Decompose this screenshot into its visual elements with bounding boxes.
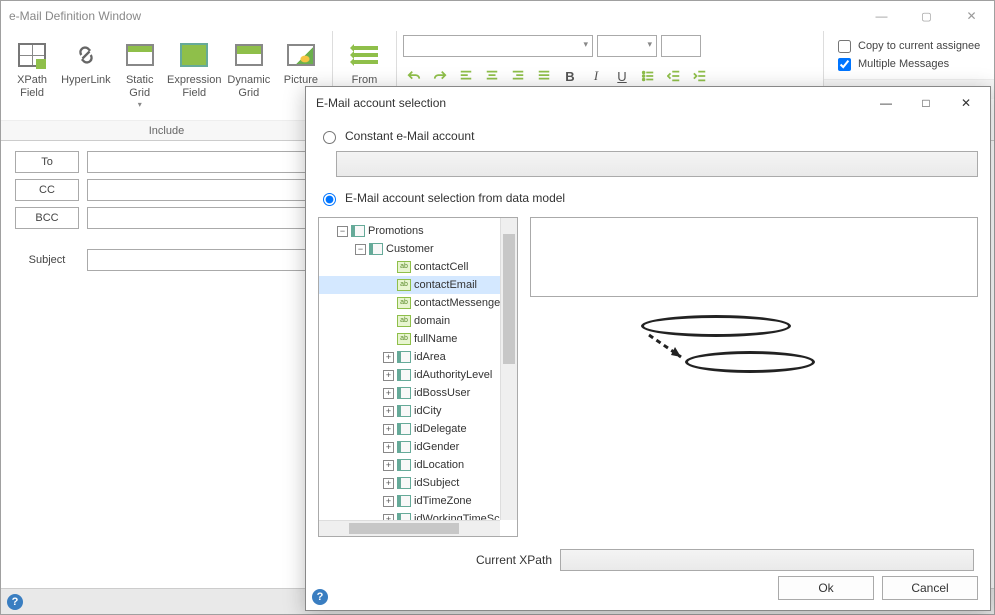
dialog-title-text: E-Mail account selection <box>316 96 446 110</box>
redo-button[interactable] <box>429 65 451 87</box>
align-justify-button[interactable] <box>533 65 555 87</box>
window-title: e-Mail Definition Window <box>9 9 141 23</box>
tree-item-idbossuser[interactable]: +idBossUser <box>319 384 500 402</box>
tree-item-contactmessenge[interactable]: contactMessenge <box>319 294 500 312</box>
xpath-field-button[interactable]: XPath Field <box>7 35 57 104</box>
help-icon[interactable]: ? <box>7 594 23 610</box>
indent-button[interactable] <box>689 65 711 87</box>
bullet-list-button[interactable] <box>637 65 659 87</box>
tree-item-iddelegate[interactable]: +idDelegate <box>319 420 500 438</box>
current-xpath-label: Current XPath <box>322 553 552 567</box>
subject-label: Subject <box>15 254 79 266</box>
expression-field-label: Expression Field <box>167 74 221 100</box>
include-group-title: Include <box>1 120 332 140</box>
underline-button[interactable]: U <box>611 65 633 87</box>
cc-button[interactable]: CC <box>15 179 79 201</box>
align-right-button[interactable] <box>507 65 529 87</box>
dialog-maximize-button[interactable]: □ <box>906 87 946 119</box>
hyperlink-button[interactable]: HyperLink <box>59 35 113 91</box>
font-family-select[interactable]: ▾ <box>403 35 593 57</box>
dialog-close-button[interactable]: ✕ <box>946 87 986 119</box>
main-minimize-button[interactable]: — <box>859 1 904 31</box>
bcc-button[interactable]: BCC <box>15 207 79 229</box>
tree-item-idworkingtimesc[interactable]: +idWorkingTimeSc <box>319 510 500 520</box>
dialog-minimize-button[interactable]: — <box>866 87 906 119</box>
static-grid-dropdown-icon[interactable]: ▾ <box>138 100 142 110</box>
to-button[interactable]: To <box>15 151 79 173</box>
tree-horizontal-scrollbar[interactable] <box>319 520 500 536</box>
datamodel-radio[interactable]: E-Mail account selection from data model <box>318 187 978 209</box>
tree-item-idgender[interactable]: +idGender <box>319 438 500 456</box>
email-account-dialog: E-Mail account selection — □ ✕ Constant … <box>305 86 991 611</box>
ok-button[interactable]: Ok <box>778 576 874 600</box>
cancel-button[interactable]: Cancel <box>882 576 978 600</box>
bold-button[interactable]: B <box>559 65 581 87</box>
detail-panel <box>530 217 978 297</box>
tree-item-contactemail[interactable]: contactEmail <box>319 276 500 294</box>
static-grid-button[interactable]: Static Grid ▾ <box>115 35 165 114</box>
font-color-button[interactable] <box>661 35 701 57</box>
copy-assignee-checkbox[interactable]: Copy to current assignee <box>828 37 990 55</box>
tree-root[interactable]: −Promotions <box>319 222 500 240</box>
multiple-messages-checkbox[interactable]: Multiple Messages <box>828 55 990 73</box>
main-close-button[interactable]: ✕ <box>949 1 994 31</box>
xpath-field-label: XPath Field <box>17 74 47 100</box>
dynamic-grid-button[interactable]: Dynamic Grid <box>224 35 274 104</box>
outdent-button[interactable] <box>663 65 685 87</box>
tree-item-idarea[interactable]: +idArea <box>319 348 500 366</box>
tree-item-idsubject[interactable]: +idSubject <box>319 474 500 492</box>
from-button[interactable]: From <box>339 35 390 91</box>
tree-item-contactcell[interactable]: contactCell <box>319 258 500 276</box>
main-maximize-button[interactable]: ▢ <box>904 1 949 31</box>
data-model-tree[interactable]: −Promotions−CustomercontactCellcontactEm… <box>318 217 518 537</box>
tree-item-domain[interactable]: domain <box>319 312 500 330</box>
tree-customer[interactable]: −Customer <box>319 240 500 258</box>
picture-button[interactable]: Picture <box>276 35 326 91</box>
undo-button[interactable] <box>403 65 425 87</box>
dialog-titlebar: E-Mail account selection — □ ✕ <box>306 87 990 119</box>
constant-account-input[interactable] <box>336 151 978 177</box>
dynamic-grid-label: Dynamic Grid <box>227 74 270 100</box>
tree-vertical-scrollbar[interactable] <box>500 218 517 520</box>
tree-item-idcity[interactable]: +idCity <box>319 402 500 420</box>
static-grid-label: Static Grid <box>126 74 154 100</box>
dialog-help-icon[interactable]: ? <box>312 589 328 605</box>
main-titlebar: e-Mail Definition Window — ▢ ✕ <box>1 1 994 31</box>
font-size-select[interactable]: ▾ <box>597 35 657 57</box>
tree-item-idtimezone[interactable]: +idTimeZone <box>319 492 500 510</box>
tree-item-idauthoritylevel[interactable]: +idAuthorityLevel <box>319 366 500 384</box>
constant-account-radio[interactable]: Constant e-Mail account <box>318 125 978 147</box>
align-left-button[interactable] <box>455 65 477 87</box>
align-center-button[interactable] <box>481 65 503 87</box>
expression-field-button[interactable]: Expression Field <box>167 35 222 104</box>
tree-item-fullname[interactable]: fullName <box>319 330 500 348</box>
hyperlink-label: HyperLink <box>61 74 111 87</box>
italic-button[interactable]: I <box>585 65 607 87</box>
current-xpath-input[interactable] <box>560 549 974 571</box>
tree-item-idlocation[interactable]: +idLocation <box>319 456 500 474</box>
